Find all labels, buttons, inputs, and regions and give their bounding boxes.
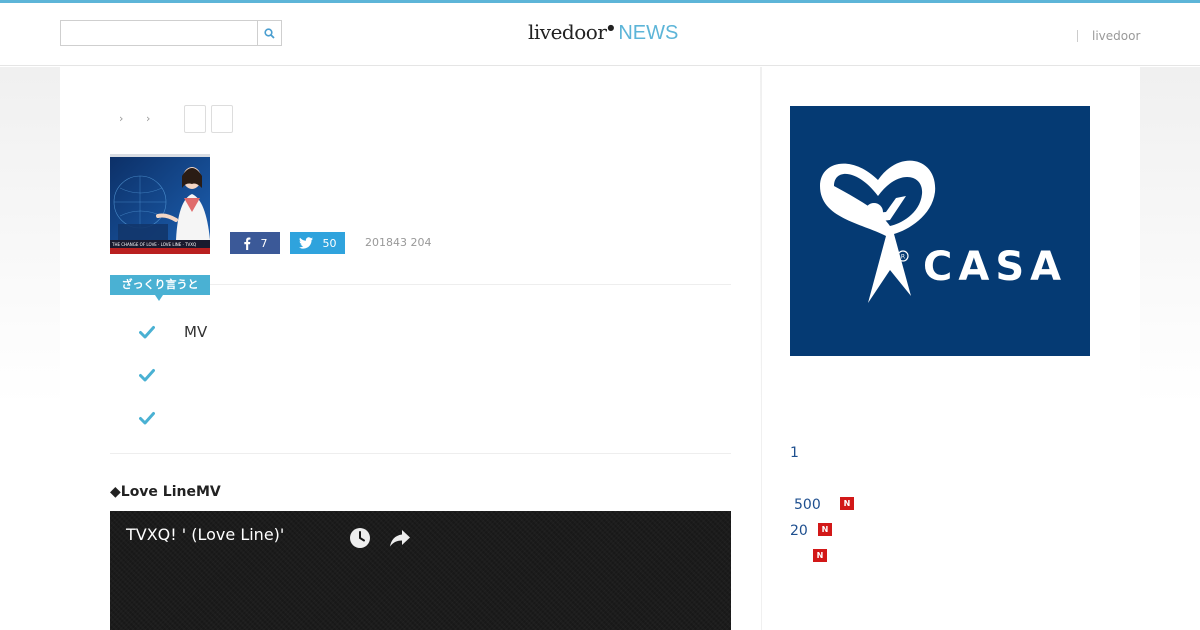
site-logo[interactable]: livedoor ● NEWS xyxy=(528,20,678,48)
section-heading: ◆Love LineMV xyxy=(110,484,221,500)
svg-text:THE CHANGE OF LOVE · LOVE LINE: THE CHANGE OF LOVE · LOVE LINE · TVXQ xyxy=(111,242,196,247)
ranking-item[interactable]: 500 xyxy=(794,497,821,513)
new-badge: N xyxy=(840,497,854,510)
search-icon xyxy=(264,27,275,39)
facebook-icon xyxy=(243,237,250,250)
sidebar-advertisement[interactable]: R CASA xyxy=(790,106,1090,356)
twitter-icon xyxy=(298,237,313,249)
breadcrumb-button[interactable] xyxy=(211,105,233,133)
check-icon xyxy=(139,326,155,339)
livedoor-link[interactable]: livedoor xyxy=(1092,29,1140,43)
new-badge: N xyxy=(813,549,827,562)
search-box xyxy=(60,20,282,46)
search-input[interactable] xyxy=(61,21,257,45)
header: livedoor ● NEWS livedoor xyxy=(0,3,1200,66)
ad-brand-text: CASA xyxy=(923,244,1067,290)
breadcrumb-button[interactable] xyxy=(184,105,206,133)
facebook-share-count: 7 xyxy=(260,236,268,250)
video-title[interactable]: TVXQ! ' (Love Line)' xyxy=(126,525,284,544)
new-badge: N xyxy=(818,523,832,536)
summary-tag: ざっくり言うと xyxy=(110,275,210,295)
breadcrumb-chevron-icon: › xyxy=(146,112,151,125)
facebook-share-button[interactable]: 7 xyxy=(230,232,280,254)
summary-tag-pointer xyxy=(155,295,163,301)
svg-text:R: R xyxy=(901,254,905,261)
thumbnail-image: THE CHANGE OF LOVE · LOVE LINE · TVXQ xyxy=(110,154,210,254)
ranking-item[interactable]: 20 xyxy=(790,523,808,539)
publish-date: 201843 204 xyxy=(365,236,432,249)
twitter-share-button[interactable]: 50 xyxy=(290,232,345,254)
clock-icon[interactable] xyxy=(349,527,371,549)
logo-brand: livedoor xyxy=(528,20,607,44)
breadcrumb-chevron-icon: › xyxy=(119,112,124,125)
check-icon xyxy=(139,412,155,425)
twitter-share-count: 50 xyxy=(322,236,337,250)
article-thumbnail[interactable]: THE CHANGE OF LOVE · LOVE LINE · TVXQ xyxy=(110,154,210,254)
video-player[interactable]: TVXQ! ' (Love Line)' xyxy=(110,511,731,630)
casa-logo: R CASA xyxy=(820,160,1067,303)
share-icon[interactable] xyxy=(388,527,412,549)
logo-dot: ● xyxy=(607,23,615,32)
check-icon xyxy=(139,369,155,382)
summary-item: MV xyxy=(184,323,208,341)
search-button[interactable] xyxy=(257,21,281,45)
logo-news: NEWS xyxy=(618,22,679,44)
header-separator xyxy=(1077,30,1078,42)
divider xyxy=(110,453,731,454)
ranking-item[interactable]: 1 xyxy=(790,445,799,461)
